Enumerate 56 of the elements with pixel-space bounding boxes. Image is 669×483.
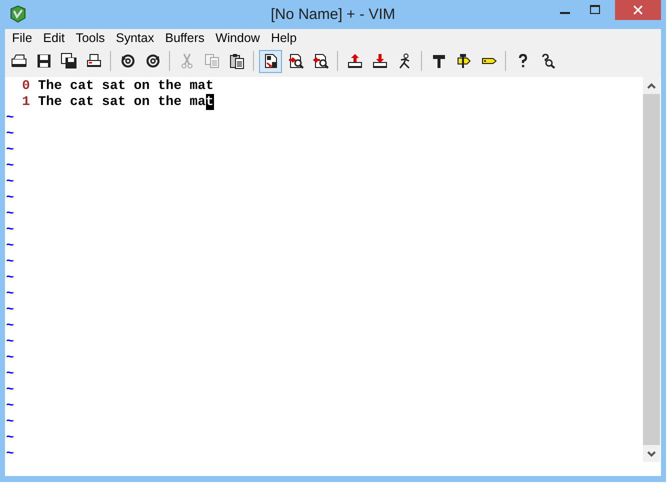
close-button[interactable] [615,0,661,20]
empty-line-marker: ~ [6,110,14,126]
text-line: The cat sat on the mat [38,78,214,94]
empty-line-marker: ~ [6,126,14,142]
empty-line-marker: ~ [6,302,14,318]
empty-line-marker: ~ [6,318,14,334]
empty-line-marker: ~ [6,398,14,414]
menu-item[interactable]: Tools [70,31,111,45]
menu-item[interactable]: File [7,31,38,45]
window-title: [No Name] + - VIM [270,6,396,23]
empty-line-marker: ~ [6,446,14,462]
empty-line-marker: ~ [6,334,14,350]
empty-line-marker: ~ [6,286,14,302]
empty-line-marker: ~ [6,270,14,286]
empty-line-marker: ~ [6,174,14,190]
empty-line-marker: ~ [6,382,14,398]
empty-line-marker: ~ [6,254,14,270]
floppy-disks-icon[interactable] [60,53,76,69]
document-replace-icon[interactable] [262,53,278,69]
maximize-icon[interactable] [590,5,600,15]
empty-line-marker: ~ [6,238,14,254]
empty-line-marker: ~ [6,366,14,382]
document-search-icon[interactable] [288,53,304,69]
menu-item[interactable]: Syntax [110,31,160,45]
undo-icon[interactable] [120,53,136,69]
empty-line-marker: ~ [6,206,14,222]
close-icon[interactable] [633,5,643,15]
printer-icon[interactable] [86,53,102,69]
redo-icon[interactable] [144,53,160,69]
text-cursor: t [206,94,214,110]
empty-line-marker: ~ [6,190,14,206]
menu-item[interactable]: Edit [38,31,71,45]
empty-line-marker: ~ [6,430,14,446]
tray-download-icon[interactable] [372,53,388,69]
toolbar-button[interactable] [259,50,282,72]
vim-logo-icon [9,5,27,23]
printer-icon[interactable] [10,53,26,69]
scroll-down-icon[interactable] [647,450,656,456]
menu-item[interactable]: Buffers [160,31,210,45]
question-search-icon[interactable] [540,53,556,69]
vertical-scrollbar[interactable] [643,77,660,462]
running-figure-icon[interactable] [396,53,412,69]
menu-item[interactable]: Help [266,31,303,45]
empty-line-marker: ~ [6,142,14,158]
scroll-up-icon[interactable] [647,82,656,88]
tray-upload-icon[interactable] [346,53,362,69]
text-line: The cat sat on the ma [38,94,206,110]
empty-line-marker: ~ [6,158,14,174]
menu-item[interactable]: Window [210,31,266,45]
empty-line-marker: ~ [6,350,14,366]
line-number: 0 [21,78,30,94]
empty-line-marker: ~ [6,222,14,238]
empty-line-marker: ~ [6,414,14,430]
document-search-icon[interactable] [312,53,328,69]
line-number: 1 [21,94,30,110]
clipboard-icon[interactable] [228,53,244,69]
